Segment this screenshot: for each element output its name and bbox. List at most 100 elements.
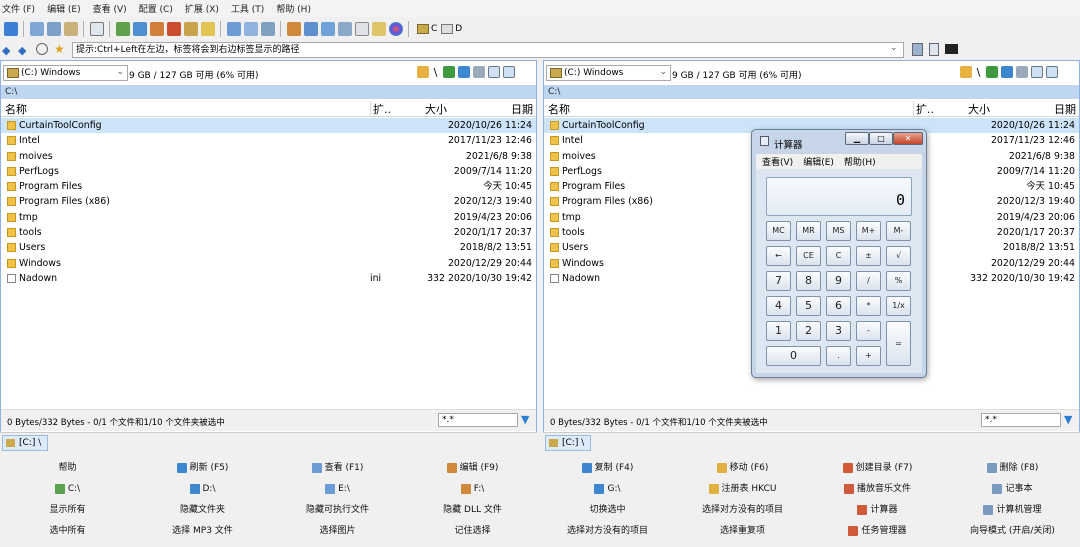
up-icon[interactable] (985, 66, 998, 78)
view-mode-icon[interactable] (1030, 66, 1043, 78)
menu-config[interactable]: 配置 (C) (139, 2, 173, 15)
calc-key[interactable]: MC (766, 221, 791, 241)
filter-input[interactable]: *.* (981, 413, 1061, 427)
calc-key[interactable]: MR (796, 221, 821, 241)
header-date[interactable]: 日期 (511, 101, 533, 117)
search-icon[interactable] (260, 21, 275, 36)
list-item[interactable]: Program Files (x86) 2020/12/3 19:40 (1, 194, 536, 209)
filter-icon[interactable]: ▼ (1064, 414, 1075, 425)
favorites-icon[interactable]: ★ (54, 42, 65, 56)
header-name[interactable]: 名称 (548, 101, 570, 117)
pen-icon[interactable] (371, 21, 386, 36)
tab-drive-c[interactable]: [C:] \ (2, 435, 49, 451)
folder-tree-icon[interactable] (959, 66, 972, 78)
tool-button[interactable]: 创建目录 (F7) (810, 458, 945, 478)
calc-key[interactable]: / (856, 271, 881, 291)
list-item[interactable]: moives 2021/6/8 9:38 (1, 149, 536, 164)
cut-icon[interactable] (29, 21, 44, 36)
list-item[interactable]: tools 2020/1/17 20:37 (1, 225, 536, 240)
calc-key[interactable]: * (856, 296, 881, 316)
list-item[interactable]: Windows 2020/12/29 20:44 (1, 256, 536, 271)
layout-icon[interactable] (89, 21, 104, 36)
drive-d-button[interactable]: D (441, 23, 462, 34)
tool-button[interactable]: 选择对方没有的项目 (540, 521, 675, 541)
new-file-icon[interactable] (115, 21, 130, 36)
sync-icon[interactable] (303, 21, 318, 36)
path-bar[interactable]: C:\ (1, 85, 536, 99)
calc-key[interactable]: 1 (766, 321, 791, 341)
root-icon[interactable]: \ (975, 66, 983, 79)
list-item[interactable]: tmp 2019/4/23 20:06 (1, 210, 536, 225)
calc-key[interactable]: CE (796, 246, 821, 266)
view-mode-icon[interactable] (487, 66, 500, 78)
tool-button[interactable]: 复制 (F4) (540, 458, 675, 478)
console-icon[interactable] (945, 44, 958, 54)
header-date[interactable]: 日期 (1054, 101, 1076, 117)
tool-button[interactable]: 选择 MP3 文件 (135, 521, 270, 541)
menu-extend[interactable]: 扩展 (X) (185, 2, 219, 15)
refresh-icon[interactable] (1000, 66, 1013, 78)
header-name[interactable]: 名称 (5, 101, 27, 117)
copy-file-icon[interactable] (132, 21, 147, 36)
tool-button[interactable]: C:\ (0, 479, 135, 499)
tool-button[interactable]: 计算机管理 (945, 500, 1080, 520)
calc-key[interactable]: = (886, 321, 911, 366)
address-input[interactable]: 提示:Ctrl+Left在左边，标签将会到右边标签显示的路径 (72, 42, 904, 58)
list-item[interactable]: PerfLogs 2009/7/14 11:20 (1, 164, 536, 179)
edit-icon[interactable] (243, 21, 258, 36)
tool-button[interactable]: F:\ (405, 479, 540, 499)
filter-input[interactable]: *.* (438, 413, 518, 427)
view-icon[interactable] (226, 21, 241, 36)
tool-button[interactable]: E:\ (270, 479, 405, 499)
preview-icon[interactable] (502, 66, 515, 78)
header-ext[interactable]: 扩.. (370, 101, 391, 117)
tool-button[interactable]: D:\ (135, 479, 270, 499)
refresh-icon[interactable] (457, 66, 470, 78)
tool-button[interactable]: 刷新 (F5) (135, 458, 270, 478)
forward-icon[interactable]: ◆ (18, 44, 26, 57)
menu-help[interactable]: 帮助 (H) (276, 2, 311, 15)
close-button[interactable]: ✕ (893, 132, 923, 145)
archive-icon[interactable] (183, 21, 198, 36)
tool-button[interactable]: 隐藏 DLL 文件 (405, 500, 540, 520)
tool-button[interactable]: 隐藏文件夹 (135, 500, 270, 520)
list-item[interactable]: Intel 2017/11/23 12:46 (1, 133, 536, 148)
header-ext[interactable]: 扩.. (913, 101, 934, 117)
tool-button[interactable]: 切换选中 (540, 500, 675, 520)
calc-key[interactable]: 6 (826, 296, 851, 316)
list-item[interactable]: Program Files 今天 10:45 (1, 179, 536, 194)
tool-button[interactable]: 注册表 HKCU (675, 479, 810, 499)
calc-key[interactable]: M+ (856, 221, 881, 241)
tool-button[interactable]: 帮助 (0, 458, 135, 478)
calc-key[interactable]: 4 (766, 296, 791, 316)
tool-button[interactable]: G:\ (540, 479, 675, 499)
tool-button[interactable]: 选择重复项 (675, 521, 810, 541)
calc-key[interactable]: 0 (766, 346, 821, 366)
calc-key[interactable]: . (826, 346, 851, 366)
menu-view[interactable]: 查看 (V) (93, 2, 127, 15)
calc-key[interactable]: 5 (796, 296, 821, 316)
tab-drive-c[interactable]: [C:] \ (545, 435, 592, 451)
calc-key[interactable]: 1/x (886, 296, 911, 316)
path-bar[interactable]: C:\ (544, 85, 1079, 99)
delete-file-icon[interactable] (166, 21, 181, 36)
tool-button[interactable]: 查看 (F1) (270, 458, 405, 478)
calc-key[interactable]: + (856, 346, 881, 366)
tool-button[interactable]: 向导模式 (开启/关闭) (945, 521, 1080, 541)
menu-edit[interactable]: 编辑 (E) (47, 2, 81, 15)
calc-menu-help[interactable]: 帮助(H) (844, 155, 876, 168)
header-size[interactable]: 大小 (968, 101, 990, 117)
properties-icon[interactable] (337, 21, 352, 36)
filter-icon[interactable]: ▼ (521, 414, 532, 425)
tool-button[interactable]: 隐藏可执行文件 (270, 500, 405, 520)
back-icon[interactable]: ◆ (2, 44, 10, 57)
maximize-button[interactable]: □ (869, 132, 893, 145)
new-folder-icon[interactable] (200, 21, 215, 36)
tool-button[interactable]: 记事本 (945, 479, 1080, 499)
tool-button[interactable]: 选择图片 (270, 521, 405, 541)
calc-key[interactable]: 9 (826, 271, 851, 291)
calc-key[interactable]: 2 (796, 321, 821, 341)
tool-button[interactable]: 任务管理器 (810, 521, 945, 541)
header-size[interactable]: 大小 (425, 101, 447, 117)
calc-key[interactable]: M- (886, 221, 911, 241)
